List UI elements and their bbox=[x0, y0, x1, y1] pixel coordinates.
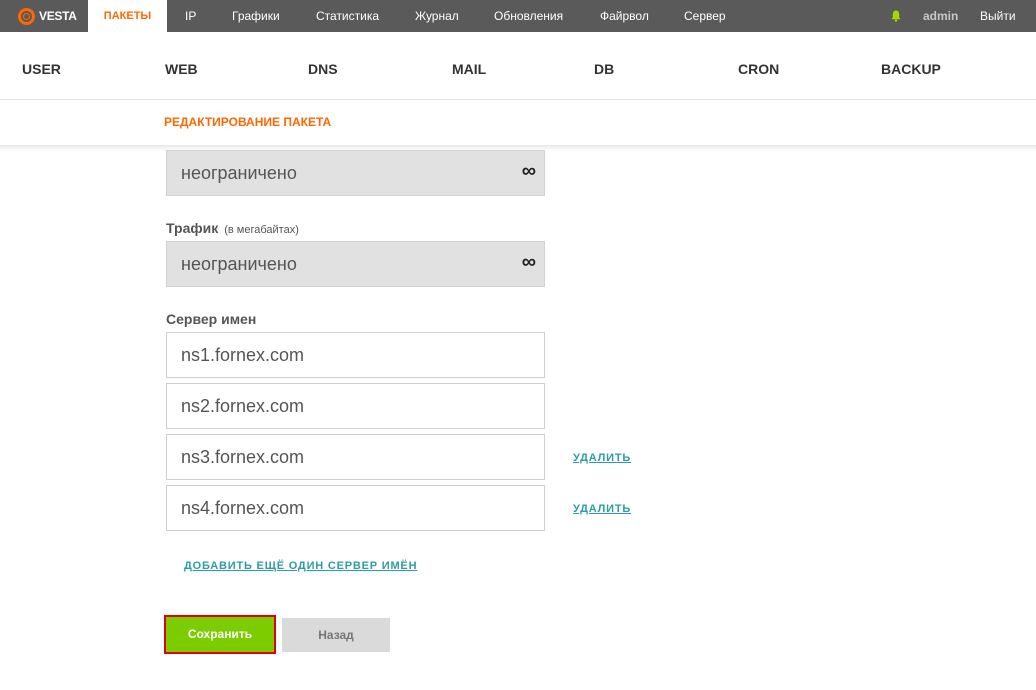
infinity-icon[interactable]: ∞ bbox=[522, 151, 536, 191]
nameserver-4-input[interactable]: ns4.fornex.com bbox=[166, 485, 545, 531]
bell-icon[interactable] bbox=[891, 10, 901, 22]
topnav-server[interactable]: Сервер bbox=[684, 0, 726, 32]
topnav-statistics[interactable]: Статистика bbox=[316, 0, 379, 32]
secnav-cron[interactable]: CRON bbox=[738, 61, 779, 77]
nameservers-label: Сервер имен bbox=[166, 311, 257, 327]
secnav-backup[interactable]: BACKUP bbox=[881, 61, 941, 77]
page-title: РЕДАКТИРОВАНИЕ ПАКЕТА bbox=[164, 115, 332, 129]
delete-nameserver-4-link[interactable]: УДАЛИТЬ bbox=[573, 503, 631, 515]
save-button[interactable]: Сохранить bbox=[164, 615, 276, 654]
disk-quota-value: неограничено bbox=[181, 163, 297, 183]
topnav-packages[interactable]: ПАКЕТЫ bbox=[88, 0, 167, 32]
traffic-field[interactable]: неограничено ∞ bbox=[166, 241, 545, 287]
secnav-user[interactable]: USER bbox=[22, 61, 61, 77]
traffic-hint: (в мегабайтах) bbox=[224, 224, 299, 236]
secnav-db[interactable]: DB bbox=[594, 61, 614, 77]
vesta-logo-icon bbox=[18, 7, 35, 25]
vesta-logo[interactable]: VESTA bbox=[18, 7, 77, 25]
traffic-label: Трафик (в мегабайтах) bbox=[166, 220, 299, 236]
secnav-dns[interactable]: DNS bbox=[308, 61, 338, 77]
topnav-ip[interactable]: IP bbox=[185, 0, 196, 32]
logo-text: VESTA bbox=[39, 9, 77, 23]
infinity-icon[interactable]: ∞ bbox=[522, 242, 536, 282]
logout-link[interactable]: Выйти bbox=[980, 0, 1016, 32]
secnav-web[interactable]: WEB bbox=[165, 61, 198, 77]
disk-quota-field[interactable]: неограничено ∞ bbox=[166, 150, 545, 196]
traffic-value: неограничено bbox=[181, 254, 297, 274]
nameserver-3-input[interactable]: ns3.fornex.com bbox=[166, 434, 545, 480]
topnav-graphs[interactable]: Графики bbox=[232, 0, 280, 32]
nameserver-2-input[interactable]: ns2.fornex.com bbox=[166, 383, 545, 429]
nameserver-1-input[interactable]: ns1.fornex.com bbox=[166, 332, 545, 378]
section-nav: USER WEB DNS MAIL DB CRON BACKUP bbox=[0, 32, 1036, 100]
add-nameserver-link[interactable]: ДОБАВИТЬ ЕЩЁ ОДИН СЕРВЕР ИМЁН bbox=[184, 560, 417, 572]
delete-nameserver-3-link[interactable]: УДАЛИТЬ bbox=[573, 452, 631, 464]
secnav-mail[interactable]: MAIL bbox=[452, 61, 486, 77]
back-button[interactable]: Назад bbox=[282, 618, 390, 652]
user-name-link[interactable]: admin bbox=[923, 0, 958, 32]
topnav-log[interactable]: Журнал bbox=[415, 0, 459, 32]
sub-header: РЕДАКТИРОВАНИЕ ПАКЕТА bbox=[0, 100, 1036, 146]
topnav-updates[interactable]: Обновления bbox=[494, 0, 563, 32]
topnav-firewall[interactable]: Файрвол bbox=[600, 0, 649, 32]
top-bar: VESTA ПАКЕТЫ IP Графики Статистика Журна… bbox=[0, 0, 1036, 32]
traffic-label-text: Трафик bbox=[166, 220, 219, 236]
